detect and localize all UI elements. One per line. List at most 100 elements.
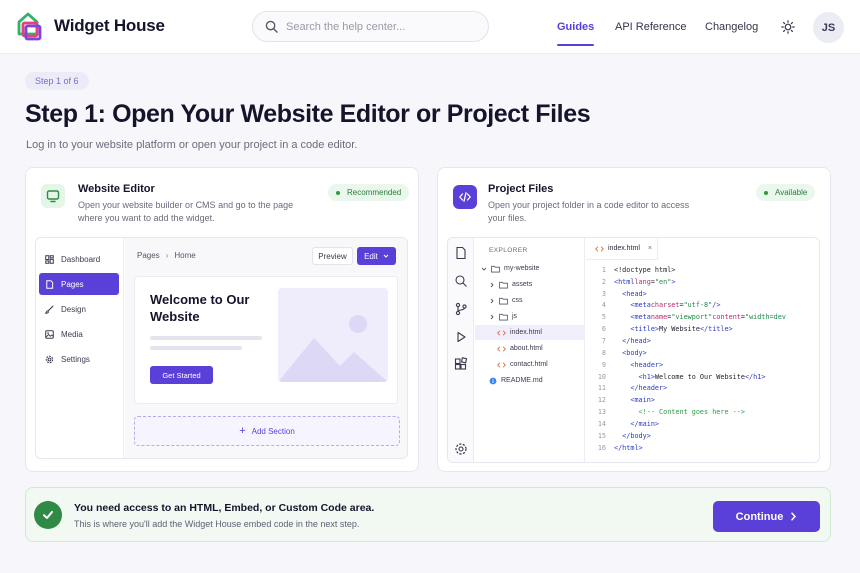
- breadcrumb-home[interactable]: Home: [174, 251, 195, 260]
- run-debug-icon[interactable]: [454, 330, 468, 344]
- code-line: 1 <!doctype html>: [601, 265, 676, 274]
- nav-api-reference[interactable]: API Reference: [615, 0, 687, 54]
- html-file-icon: [497, 361, 506, 368]
- breadcrumb: Pages › Home: [137, 251, 196, 260]
- get-started-button[interactable]: Get Started: [150, 366, 213, 384]
- gear-icon[interactable]: [454, 442, 468, 456]
- nav-guides[interactable]: Guides: [557, 0, 595, 54]
- nav-changelog[interactable]: Changelog: [705, 0, 758, 54]
- edit-button[interactable]: Edit: [357, 247, 396, 265]
- file-explorer: EXPLORER my-website assets css js index.…: [475, 238, 585, 462]
- project-files-card[interactable]: Project Files Open your project folder i…: [437, 167, 831, 472]
- tree-folder-my-website[interactable]: my-website: [475, 261, 585, 276]
- theme-toggle-button[interactable]: [779, 18, 797, 36]
- tree-file-contact-html[interactable]: contact.html: [475, 357, 585, 372]
- editor-sidebar: Dashboard Pages Design Media Settings: [36, 238, 124, 458]
- extensions-icon[interactable]: [454, 357, 468, 371]
- sidebar-item-pages[interactable]: Pages: [39, 273, 119, 295]
- folder-open-icon: [491, 265, 500, 272]
- code-editor-mockup: EXPLORER my-website assets css js index.…: [447, 237, 820, 463]
- add-section-button[interactable]: + Add Section: [134, 416, 400, 446]
- gear-icon: [45, 355, 54, 363]
- chevron-right-icon: [490, 282, 494, 287]
- available-badge: Available: [756, 184, 816, 201]
- website-editor-card[interactable]: Website Editor Open your website builder…: [25, 167, 419, 472]
- requirement-title: You need access to an HTML, Embed, or Cu…: [74, 502, 375, 514]
- page-icon: [46, 279, 54, 289]
- sun-icon: [781, 20, 795, 34]
- monitor-icon: [41, 184, 65, 208]
- page-title: Step 1: Open Your Website Editor or Proj…: [25, 100, 591, 128]
- chevron-down-icon: [481, 267, 487, 271]
- text-placeholder-line: [150, 346, 242, 350]
- tree-file-readme[interactable]: README.md: [475, 373, 585, 388]
- sidebar-item-media[interactable]: Media: [39, 323, 119, 345]
- files-icon[interactable]: [454, 246, 468, 260]
- breadcrumb-pages[interactable]: Pages: [137, 251, 160, 260]
- tree-file-about-html[interactable]: about.html: [475, 341, 585, 356]
- code-line: 5 <meta name = "viewport" content = "width=d…: [601, 313, 786, 322]
- brand-logo[interactable]: Widget House: [14, 10, 165, 42]
- search-icon[interactable]: [454, 274, 468, 288]
- search-box[interactable]: [252, 11, 489, 42]
- sidebar-item-design[interactable]: Design: [39, 298, 119, 320]
- website-editor-title: Website Editor: [78, 183, 155, 195]
- source-control-icon[interactable]: [454, 302, 468, 316]
- tree-file-index-html[interactable]: index.html: [475, 325, 585, 340]
- tree-folder-js[interactable]: js: [475, 309, 585, 324]
- code-line: 9 <header>: [601, 360, 664, 369]
- search-input[interactable]: [286, 20, 466, 33]
- activity-bar: [448, 238, 474, 462]
- website-editor-mockup: Dashboard Pages Design Media Settings Pa…: [35, 237, 408, 459]
- check-circle-icon: [34, 501, 62, 529]
- code-line: 16 </html>: [597, 443, 643, 452]
- project-files-description: Open your project folder in a code edito…: [488, 200, 690, 223]
- close-icon[interactable]: ×: [648, 245, 652, 252]
- code-line: 10 <h1> Welcome to Our Website </h1>: [597, 372, 766, 381]
- canvas-heading: Welcome to Our Website: [150, 292, 250, 324]
- folder-icon: [499, 281, 508, 288]
- page-canvas[interactable]: Welcome to Our Website Get Started: [134, 276, 398, 404]
- code-line: 7 </head>: [601, 336, 651, 345]
- code-line: 11 </header>: [597, 384, 668, 393]
- continue-button[interactable]: Continue: [713, 501, 820, 532]
- recommended-badge: Recommended: [328, 184, 410, 201]
- chevron-right-icon: [490, 298, 494, 303]
- status-dot-icon: [336, 190, 340, 195]
- website-editor-description: Open your website builder or CMS and go …: [78, 200, 294, 223]
- house-logo-icon: [17, 12, 42, 41]
- plus-icon: +: [239, 425, 246, 437]
- user-avatar[interactable]: JS: [813, 12, 844, 43]
- image-icon: [45, 329, 54, 339]
- page-subtitle: Log in to your website platform or open …: [26, 139, 358, 151]
- status-dot-icon: [764, 190, 768, 195]
- image-placeholder: [278, 288, 388, 382]
- code-line: 8 <body>: [601, 348, 647, 357]
- tab-index-html[interactable]: index.html ×: [586, 238, 658, 260]
- tree-folder-assets[interactable]: assets: [475, 277, 585, 292]
- tree-folder-css[interactable]: css: [475, 293, 585, 308]
- html-file-icon: [497, 329, 506, 336]
- code-icon: [453, 185, 477, 209]
- code-editor-pane[interactable]: index.html × 1 <!doctype html> 2 <html lan…: [586, 238, 819, 462]
- brush-icon: [45, 305, 54, 314]
- top-bar: Widget House Guides API Reference Change…: [0, 0, 860, 54]
- folder-icon: [499, 313, 508, 320]
- chevron-right-icon: ›: [165, 251, 169, 260]
- search-icon: [265, 20, 278, 33]
- code-line: 13 <!-- Content goes here -->: [597, 408, 745, 417]
- project-files-title: Project Files: [488, 183, 554, 195]
- preview-button[interactable]: Preview: [312, 247, 353, 265]
- requirement-banner: You need access to an HTML, Embed, or Cu…: [25, 487, 831, 542]
- code-line: 15 </body>: [597, 431, 651, 440]
- chevron-down-icon: [383, 254, 389, 258]
- html-file-icon: [595, 245, 604, 252]
- code-line: 12 <main>: [597, 396, 655, 405]
- sidebar-item-dashboard[interactable]: Dashboard: [39, 248, 119, 270]
- code-line: 2 <html lang = "en" >: [601, 277, 676, 286]
- editor-workspace: Pages › Home Preview Edit Welcome to Our…: [125, 238, 407, 458]
- code-line: 3 <head>: [601, 289, 647, 298]
- text-placeholder-line: [150, 336, 262, 340]
- code-line: 6 <title> My Website </title>: [601, 325, 733, 334]
- sidebar-item-settings[interactable]: Settings: [39, 348, 119, 370]
